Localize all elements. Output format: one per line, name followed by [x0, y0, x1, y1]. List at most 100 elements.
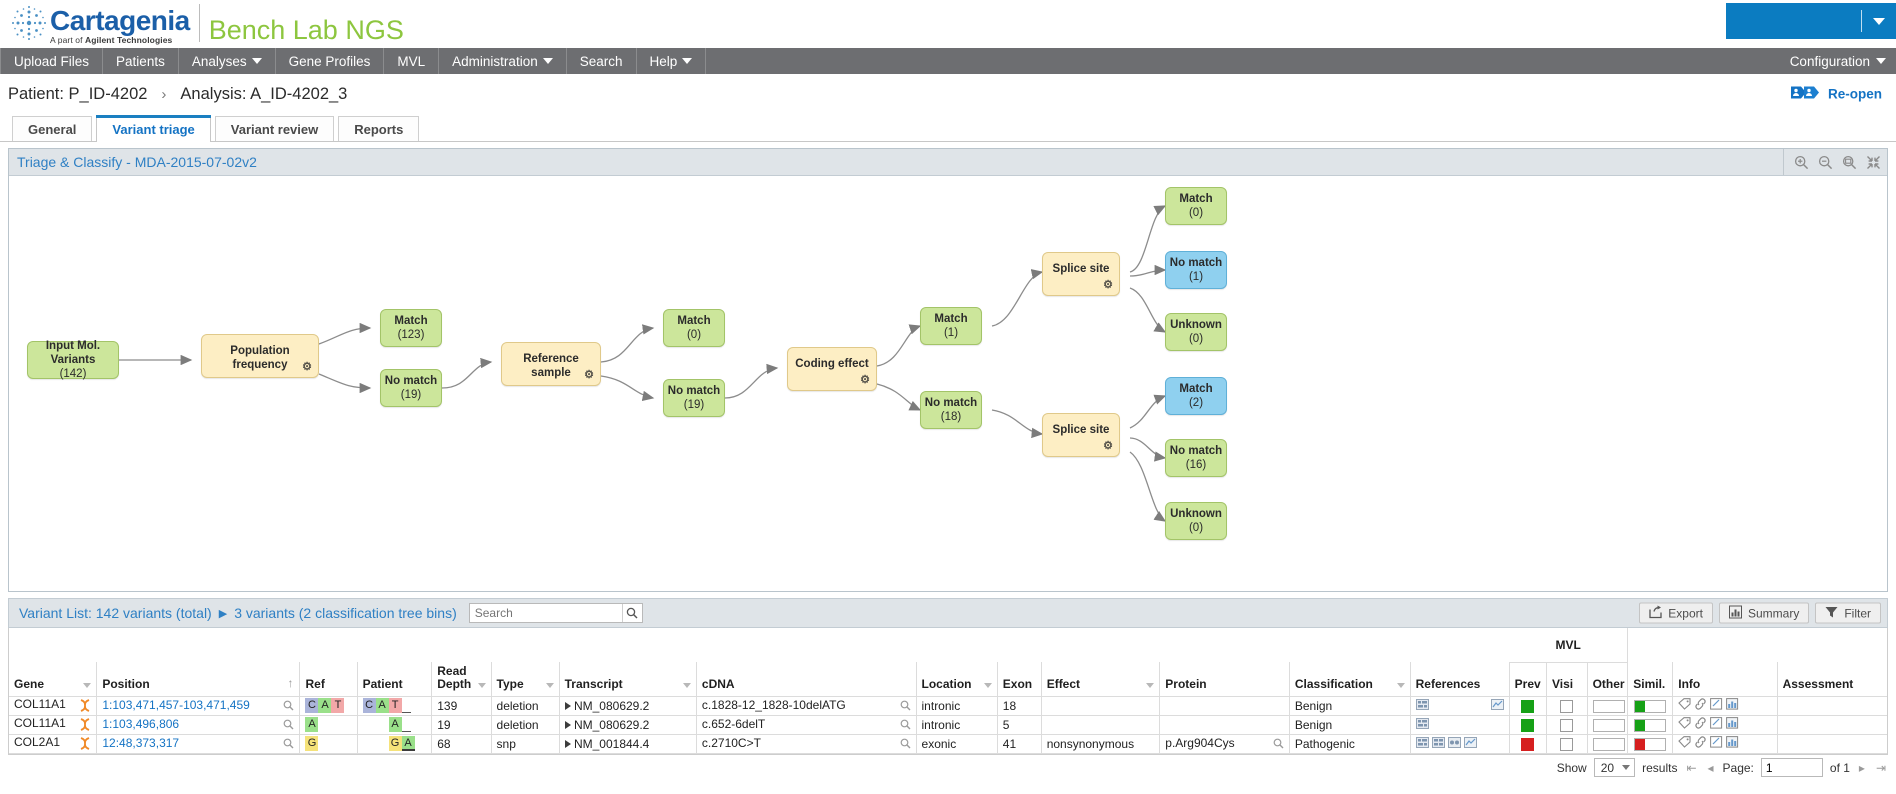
col-assessment[interactable]: Assessment [1777, 662, 1887, 697]
sort-ascending-icon[interactable]: ↑ [287, 676, 293, 690]
variant-search[interactable] [468, 603, 643, 623]
col-location[interactable]: Location [916, 662, 998, 697]
magnifier-icon[interactable] [900, 700, 911, 714]
tab-variant-triage[interactable]: Variant triage [96, 115, 212, 142]
tree-node-splice-site-lower[interactable]: Splice site ⚙ [1042, 413, 1120, 457]
page-size-select[interactable]: 20 [1593, 758, 1636, 777]
chevron-down-icon[interactable] [682, 682, 691, 688]
col-mvl-prev[interactable]: Prev [1509, 662, 1547, 697]
reference-db-icon[interactable] [1447, 736, 1461, 751]
nav-item-help[interactable]: Help [637, 48, 707, 74]
edit-note-icon[interactable] [1710, 736, 1723, 751]
tree-node-coding-no-match[interactable]: No match (18) [920, 391, 982, 429]
tree-node-refsample-match[interactable]: Match (0) [663, 309, 725, 347]
tag-icon[interactable] [1678, 717, 1691, 732]
nav-item-administration[interactable]: Administration [439, 48, 567, 74]
col-references[interactable]: References [1410, 662, 1510, 697]
gear-icon[interactable]: ⚙ [860, 375, 870, 386]
tree-node-splice1-unknown[interactable]: Unknown (0) [1165, 313, 1227, 351]
expand-triangle-icon[interactable] [564, 701, 571, 710]
gear-icon[interactable]: ⚙ [302, 362, 312, 373]
tree-node-reference-sample[interactable]: Reference sample ⚙ [501, 342, 601, 386]
link-icon[interactable] [1694, 698, 1707, 713]
variant-list-title[interactable]: Variant List: 142 variants (total) [19, 605, 212, 621]
tag-icon[interactable] [1678, 736, 1691, 751]
col-info[interactable]: Info [1672, 662, 1778, 697]
position-link[interactable]: 12:48,373,317 [102, 736, 179, 750]
breadcrumb-patient[interactable]: Patient: P_ID-4202 [8, 85, 147, 104]
account-dropdown-toggle[interactable] [1862, 3, 1896, 39]
cell-assessment[interactable] [1777, 734, 1887, 754]
magnifier-icon[interactable] [900, 738, 911, 752]
tree-node-popfreq-match[interactable]: Match (123) [380, 309, 442, 347]
position-link[interactable]: 1:103,471,457-103,471,459 [102, 698, 249, 712]
classification-tree-canvas[interactable]: Input Mol. Variants (142) Population fre… [9, 176, 1887, 591]
col-patient[interactable]: Patient [357, 662, 433, 697]
zoom-reset-icon[interactable] [1842, 155, 1857, 170]
tree-node-splice1-match[interactable]: Match (0) [1165, 187, 1227, 225]
zoom-out-icon[interactable] [1818, 155, 1833, 170]
nav-item-patients[interactable]: Patients [103, 48, 179, 74]
col-protein[interactable]: Protein [1159, 662, 1290, 697]
reference-db-icon[interactable] [1431, 736, 1445, 751]
literature-icon[interactable] [1490, 698, 1504, 713]
chevron-down-icon[interactable] [1396, 682, 1405, 688]
cell-assessment[interactable] [1777, 696, 1887, 716]
col-ref[interactable]: Ref [299, 662, 358, 697]
tree-node-splice-site-upper[interactable]: Splice site ⚙ [1042, 252, 1120, 296]
tree-node-refsample-no-match[interactable]: No match (19) [663, 379, 725, 417]
summary-button[interactable]: Summary [1718, 602, 1810, 624]
reference-db-icon[interactable] [1415, 698, 1429, 713]
gear-icon[interactable]: ⚙ [1103, 280, 1113, 291]
table-row[interactable]: COL2A1 12:48,373,317 G GA 68 snp NM_0018… [9, 734, 1887, 754]
link-icon[interactable] [1694, 736, 1707, 751]
page-number-input[interactable] [1760, 758, 1823, 777]
chevron-down-icon[interactable] [477, 682, 486, 688]
table-row[interactable]: COL11A1 1:103,496,806 A A 19 deletion NM… [9, 715, 1887, 735]
expand-triangle-icon[interactable] [564, 739, 571, 748]
tag-icon[interactable] [1678, 698, 1691, 713]
report-icon[interactable] [1726, 698, 1739, 713]
nav-item-gene-profiles[interactable]: Gene Profiles [276, 48, 385, 74]
dna-icon[interactable] [79, 717, 91, 734]
col-mvl-visi[interactable]: Visi [1546, 662, 1588, 697]
magnifier-icon[interactable] [283, 700, 294, 714]
link-icon[interactable] [1694, 717, 1707, 732]
tree-node-splice2-no-match[interactable]: No match (16) [1165, 439, 1227, 477]
tree-node-splice2-unknown[interactable]: Unknown (0) [1165, 502, 1227, 540]
nav-item-mvl[interactable]: MVL [384, 48, 440, 74]
col-simil[interactable]: Simil. [1627, 662, 1674, 697]
dna-icon[interactable] [79, 736, 91, 753]
expand-triangle-icon[interactable] [564, 720, 571, 729]
tab-general[interactable]: General [12, 116, 93, 141]
nav-item-search[interactable]: Search [567, 48, 637, 74]
last-page-button[interactable]: ⇥ [1874, 761, 1888, 775]
report-icon[interactable] [1726, 736, 1739, 751]
dna-icon[interactable] [79, 698, 91, 715]
nav-item-upload-files[interactable]: Upload Files [0, 48, 104, 74]
literature-icon[interactable] [1463, 736, 1477, 751]
account-button[interactable] [1726, 3, 1896, 39]
export-button[interactable]: Export [1639, 602, 1713, 624]
tree-node-input-mol-variants[interactable]: Input Mol. Variants (142) [27, 340, 119, 380]
chevron-down-icon[interactable] [545, 682, 554, 688]
tree-node-coding-effect[interactable]: Coding effect ⚙ [787, 347, 877, 391]
col-cdna[interactable]: cDNA [696, 662, 917, 697]
gear-icon[interactable]: ⚙ [1103, 441, 1113, 452]
report-icon[interactable] [1726, 717, 1739, 732]
col-gene[interactable]: Gene [9, 662, 98, 697]
chevron-down-icon[interactable] [83, 682, 92, 688]
search-input[interactable] [469, 604, 622, 622]
reference-db-icon[interactable] [1415, 717, 1429, 732]
nav-item-analyses[interactable]: Analyses [179, 48, 276, 74]
search-button[interactable] [621, 604, 642, 622]
tree-node-coding-match[interactable]: Match (1) [920, 307, 982, 345]
col-classification[interactable]: Classification [1289, 662, 1411, 697]
cell-assessment[interactable] [1777, 715, 1887, 735]
col-effect[interactable]: Effect [1041, 662, 1161, 697]
tree-node-population-frequency[interactable]: Population frequency ⚙ [201, 334, 319, 378]
next-page-button[interactable]: ▸ [1857, 761, 1867, 775]
tree-node-popfreq-no-match[interactable]: No match (19) [380, 369, 442, 407]
table-row[interactable]: COL11A1 1:103,471,457-103,471,459 CAT CA… [9, 696, 1887, 716]
reopen-button[interactable]: Re-open [1791, 86, 1882, 103]
